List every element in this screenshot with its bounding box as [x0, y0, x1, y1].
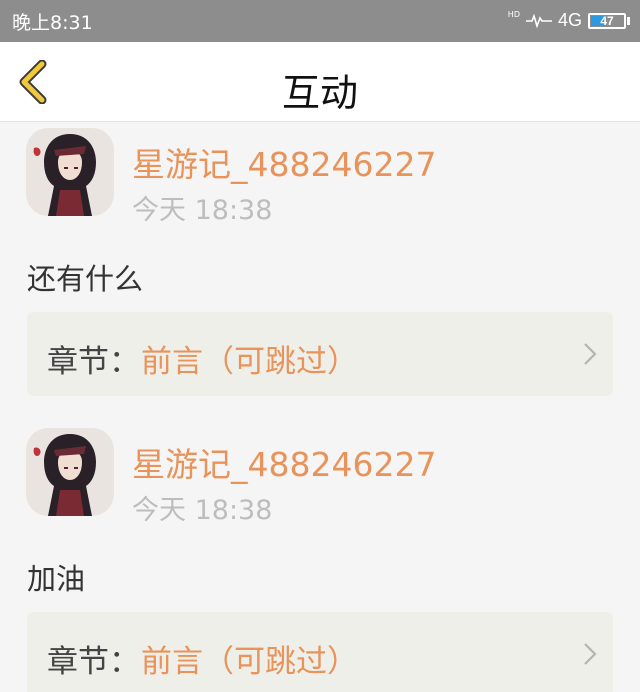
avatar-image: [26, 128, 114, 216]
username[interactable]: 星游记_488246227: [132, 138, 436, 186]
chevron-right-icon: [584, 343, 597, 365]
chapter-label: 章节：: [47, 344, 140, 380]
status-time: 晚上8:31: [12, 12, 93, 34]
chapter-label: 章节：: [47, 644, 140, 680]
avatar-image: [26, 428, 114, 516]
network-type: 4G: [557, 10, 582, 30]
avatar[interactable]: [26, 128, 114, 216]
chapter-link[interactable]: 章节： 前言（可跳过）: [27, 312, 613, 396]
chapter-name: 前言（可跳过）: [141, 644, 358, 680]
chapter-link[interactable]: 章节： 前言（可跳过）: [27, 612, 613, 692]
hd-icon: HD: [507, 9, 520, 19]
chevron-right-icon: [584, 643, 597, 665]
status-bar: 晚上8:31 HD 4G 47: [0, 0, 640, 42]
status-indicators: HD 4G 47: [508, 10, 630, 31]
username[interactable]: 星游记_488246227: [132, 438, 436, 486]
page-title: 互动: [281, 71, 358, 115]
battery-icon: 47: [588, 12, 626, 29]
timestamp: 今天 18:38: [132, 195, 273, 226]
avatar[interactable]: [26, 428, 114, 516]
battery-tip: [627, 16, 630, 25]
comment-text: 加油: [27, 562, 86, 596]
signal-wave-icon: [525, 13, 552, 28]
battery-level: 47: [600, 13, 614, 28]
chapter-name: 前言（可跳过）: [141, 344, 358, 380]
nav-bar: 互动: [0, 42, 640, 122]
timestamp: 今天 18:38: [132, 495, 273, 526]
comment-text: 还有什么: [27, 262, 144, 296]
